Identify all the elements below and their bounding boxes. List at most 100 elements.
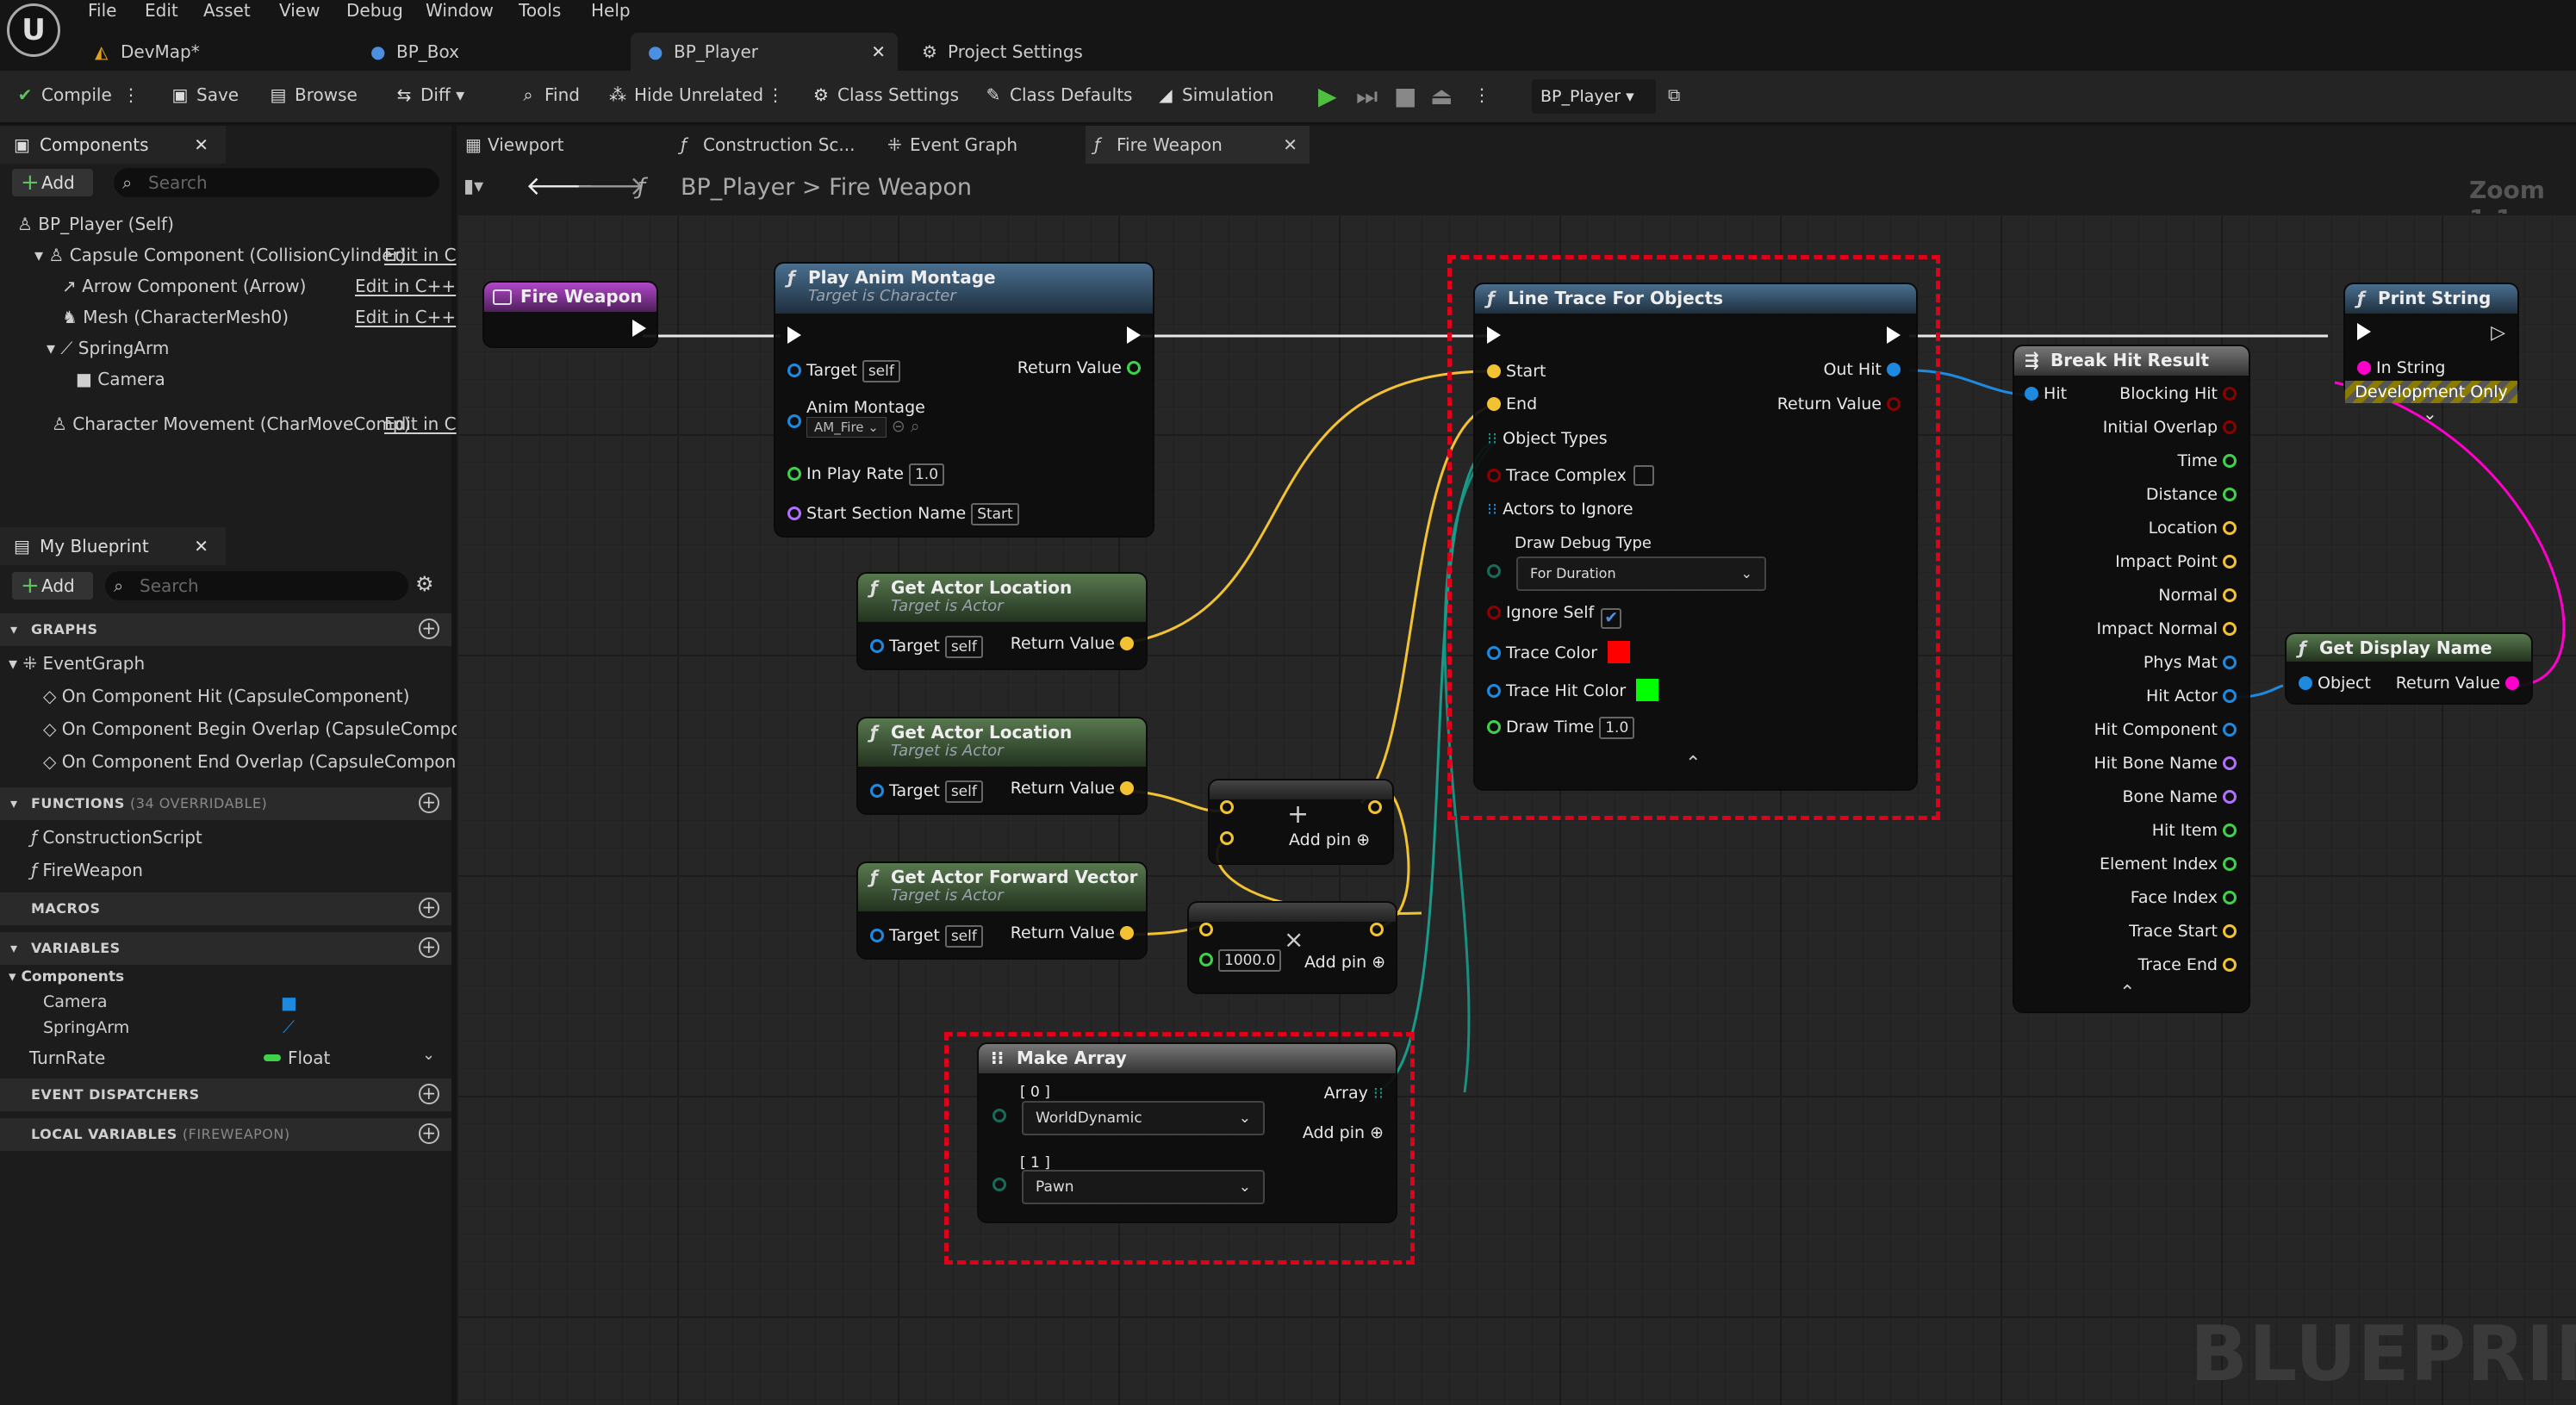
compile-options-icon[interactable]: ⋮ bbox=[122, 84, 140, 105]
menu-help[interactable]: Help bbox=[591, 0, 631, 21]
my-blueprint-tab[interactable]: ▤ My Blueprint ✕ bbox=[0, 527, 226, 565]
break-hit-out-pin[interactable]: Impact Normal bbox=[2097, 619, 2237, 638]
add-variable-icon[interactable]: + bbox=[419, 937, 439, 958]
node-fire-weapon-entry[interactable]: Fire Weapon bbox=[484, 283, 656, 346]
component-arrow[interactable]: ↗ Arrow Component (Arrow) Edit in C++ bbox=[62, 276, 456, 296]
play-options-icon[interactable]: ⋮ bbox=[1473, 84, 1490, 105]
my-blueprint-search-input[interactable]: ⌕ Search bbox=[105, 571, 408, 600]
graph-canvas[interactable]: Fire Weapon ƒ Play Anim Montage Target i… bbox=[457, 214, 2576, 1405]
close-icon[interactable]: ✕ bbox=[194, 527, 208, 565]
float-in-pin[interactable]: 1000.0 bbox=[1199, 949, 1282, 972]
node-get-actor-location[interactable]: ƒ Get Actor Location Target is Actor Tar… bbox=[858, 574, 1146, 668]
menu-file[interactable]: File bbox=[88, 0, 116, 21]
forward-arrow-icon[interactable]: 🡒 bbox=[576, 171, 644, 202]
doc-tab-devmap[interactable]: ◭ DevMap* bbox=[78, 33, 353, 71]
exec-out-pin[interactable] bbox=[632, 319, 646, 338]
vector-in-pin[interactable] bbox=[1220, 798, 1234, 817]
node-break-hit-result[interactable]: ⇶ Break Hit Result Hit Blocking Hit Initi… bbox=[2014, 346, 2249, 1011]
node-get-display-name[interactable]: ƒ Get Display Name Object Return Value bbox=[2287, 634, 2531, 703]
menu-asset[interactable]: Asset bbox=[203, 0, 251, 21]
break-hit-out-pin[interactable]: Hit Item bbox=[2152, 821, 2237, 840]
diff-button[interactable]: ⇆ Diff ▾ bbox=[393, 84, 465, 105]
variable-camera[interactable]: Camera bbox=[43, 992, 108, 1011]
menu-view[interactable]: View bbox=[279, 0, 320, 21]
variable-turnrate[interactable]: TurnRate bbox=[29, 1048, 105, 1068]
add-local-variable-icon[interactable]: + bbox=[419, 1123, 439, 1144]
bookmark-icon[interactable]: ▮▾ bbox=[464, 176, 483, 197]
debug-object-select[interactable]: BP_Player ▾ bbox=[1532, 79, 1656, 114]
eject-icon[interactable]: ⏏ bbox=[1430, 84, 1453, 109]
return-value-pin[interactable]: Return Value bbox=[1011, 923, 1134, 942]
add-pin-button[interactable]: Add pin ⊕ bbox=[1289, 830, 1370, 849]
simulation-button[interactable]: ◢ Simulation bbox=[1154, 84, 1273, 105]
component-springarm[interactable]: ▾ ⟋ SpringArm bbox=[47, 338, 169, 358]
break-hit-out-pin[interactable]: Initial Overlap bbox=[2103, 418, 2237, 437]
return-value-pin[interactable]: Return Value bbox=[2396, 674, 2519, 693]
debug-find-icon[interactable]: ⧉ bbox=[1668, 84, 1680, 105]
break-hit-out-pin[interactable]: Phys Mat bbox=[2144, 653, 2237, 672]
close-icon[interactable]: ✕ bbox=[871, 33, 886, 71]
section-event-dispatchers[interactable]: EVENT DISPATCHERS + bbox=[0, 1079, 451, 1111]
add-blueprint-item-button[interactable]: + Add bbox=[12, 572, 93, 600]
component-self[interactable]: ♙ BP_Player (Self) bbox=[17, 214, 174, 234]
break-hit-out-pin[interactable]: Time bbox=[2178, 451, 2237, 470]
event-item[interactable]: ◇ On Component Begin Overlap (CapsuleCom… bbox=[43, 718, 494, 739]
save-button[interactable]: ▣ Save bbox=[169, 84, 240, 105]
break-hit-out-pin[interactable]: Impact Point bbox=[2115, 552, 2237, 571]
edit-in-cpp-link[interactable]: Edit in C++ bbox=[355, 307, 456, 327]
vector-out-pin[interactable] bbox=[1368, 798, 1382, 817]
component-mesh[interactable]: ♞ Mesh (CharacterMesh0) Edit in C++ bbox=[62, 307, 456, 327]
exec-out-pin[interactable]: ▷ bbox=[2491, 322, 2505, 344]
close-icon[interactable]: ✕ bbox=[194, 126, 208, 164]
class-defaults-button[interactable]: ✎ Class Defaults bbox=[982, 84, 1133, 105]
components-tab[interactable]: ▣ Components ✕ bbox=[0, 126, 226, 164]
stop-icon[interactable]: ■ bbox=[1394, 84, 1416, 109]
node-play-anim-montage[interactable]: ƒ Play Anim Montage Target is Character … bbox=[775, 264, 1153, 536]
function-item[interactable]: ƒ ConstructionScript bbox=[31, 827, 202, 848]
node-get-actor-location[interactable]: ƒ Get Actor Location Target is Actor Tar… bbox=[858, 718, 1146, 813]
break-hit-out-pin[interactable]: Location bbox=[2149, 519, 2237, 538]
target-pin[interactable]: Target self bbox=[787, 360, 900, 382]
menu-debug[interactable]: Debug bbox=[346, 0, 403, 21]
exec-in-pin[interactable] bbox=[2357, 322, 2371, 341]
section-variables[interactable]: ▾ VARIABLES + bbox=[0, 932, 451, 965]
tab-construction-script[interactable]: ƒ Construction Sc... bbox=[672, 126, 887, 164]
edit-in-cpp-link[interactable]: Edit in C bbox=[384, 413, 457, 434]
vector-in-pin[interactable] bbox=[1220, 829, 1234, 848]
break-hit-out-pin[interactable]: Distance bbox=[2146, 485, 2237, 504]
node-print-string[interactable]: ƒ Print String ▷ In String Development O… bbox=[2345, 284, 2517, 424]
in-string-pin[interactable]: In String bbox=[2357, 358, 2445, 377]
variable-group-components[interactable]: ▾ Components bbox=[9, 968, 124, 985]
break-hit-out-pin[interactable]: Bone Name bbox=[2123, 787, 2237, 806]
add-function-icon[interactable]: + bbox=[419, 793, 439, 813]
component-capsule[interactable]: ▾ ♙ Capsule Component (CollisionCylinder… bbox=[34, 245, 457, 265]
edit-in-cpp-link[interactable]: Edit in C++ bbox=[355, 276, 456, 296]
component-char-movement[interactable]: ♙ Character Movement (CharMoveComp) Edit … bbox=[52, 413, 457, 434]
add-dispatcher-icon[interactable]: + bbox=[419, 1084, 439, 1104]
menu-window[interactable]: Window bbox=[426, 0, 494, 21]
section-functions[interactable]: ▾ FUNCTIONS (34 OVERRIDABLE) + bbox=[0, 787, 451, 820]
node-get-actor-forward-vector[interactable]: ƒ Get Actor Forward Vector Target is Act… bbox=[858, 863, 1146, 958]
anim-montage-select[interactable]: AM_Fire ⌄ bbox=[806, 417, 887, 438]
vector-out-pin[interactable] bbox=[1370, 920, 1384, 939]
section-graphs[interactable]: ▾ GRAPHS + bbox=[0, 613, 451, 646]
event-graph-item[interactable]: ▾ ⁜ EventGraph bbox=[9, 653, 145, 674]
component-camera[interactable]: ■ Camera bbox=[76, 369, 165, 389]
target-pin[interactable]: Target self bbox=[870, 636, 983, 658]
hide-options-icon[interactable]: ⋮ bbox=[767, 84, 784, 105]
exec-in-pin[interactable] bbox=[787, 326, 801, 345]
add-graph-icon[interactable]: + bbox=[419, 619, 439, 639]
anim-montage-pin[interactable]: Anim Montage AM_Fire ⌄ ⊝ ⌕ bbox=[787, 398, 925, 438]
return-value-pin[interactable]: Return Value bbox=[1017, 358, 1141, 377]
class-settings-button[interactable]: ⚙ Class Settings bbox=[810, 84, 959, 105]
tab-viewport[interactable]: ▦ Viewport bbox=[457, 126, 638, 164]
break-hit-out-pin[interactable]: Hit Bone Name bbox=[2094, 754, 2237, 773]
target-pin[interactable]: Target self bbox=[870, 780, 983, 803]
node-vector-multiply[interactable]: 1000.0 × Add pin ⊕ bbox=[1189, 903, 1396, 992]
target-pin[interactable]: Target self bbox=[870, 925, 983, 948]
menu-tools[interactable]: Tools bbox=[519, 0, 561, 21]
chevron-down-icon[interactable]: ⌄ bbox=[422, 1046, 435, 1064]
play-icon[interactable]: ▶ bbox=[1318, 84, 1337, 109]
start-section-pin[interactable]: Start Section Name Start bbox=[787, 503, 1019, 525]
variable-springarm[interactable]: SpringArm bbox=[43, 1018, 129, 1037]
